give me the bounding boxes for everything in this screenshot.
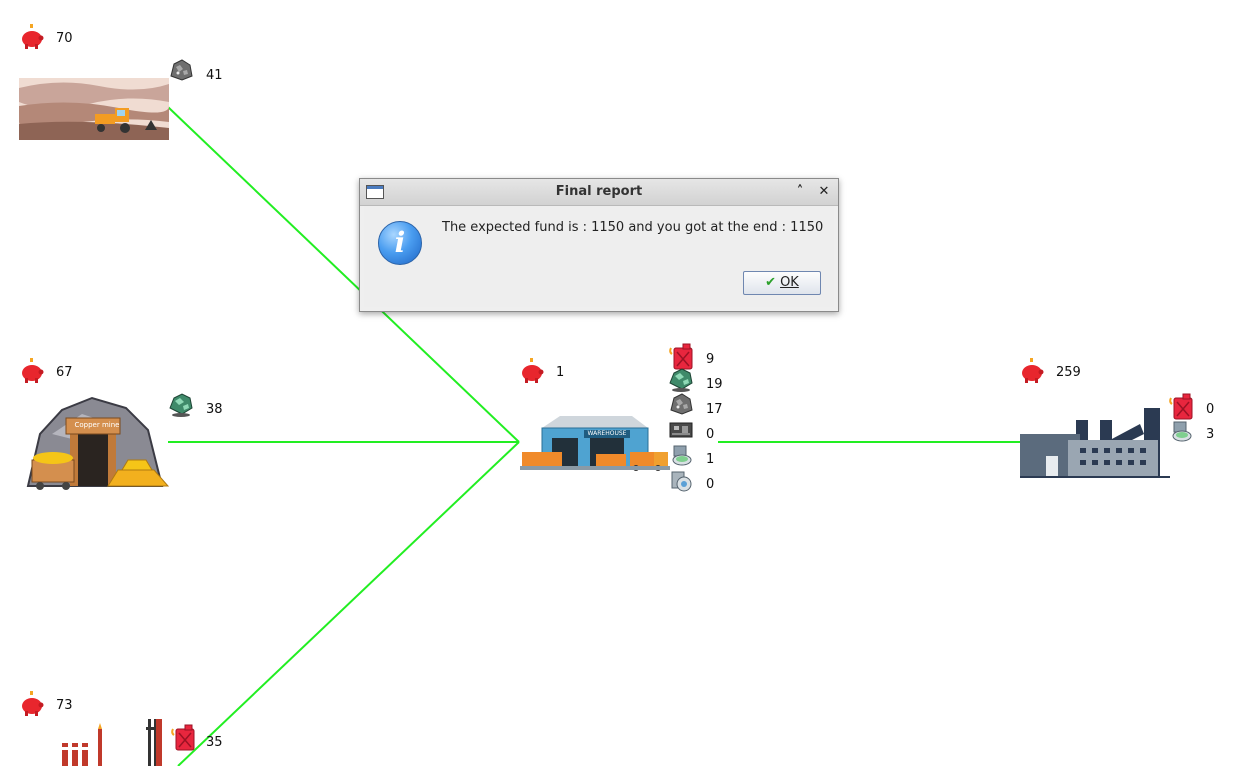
piggy-bank-icon [22, 691, 44, 716]
checkmark-icon: ✔ [765, 275, 777, 290]
paint-bucket-icon [1172, 421, 1192, 442]
copper-mine-funds: 67 [56, 365, 73, 380]
quarry-node[interactable]: 70 41 [18, 22, 228, 142]
window-menu-icon[interactable] [366, 185, 384, 199]
fuel-can-icon [1169, 393, 1193, 420]
maximize-icon[interactable]: ˄ [792, 184, 808, 200]
stone-ore-icon [170, 59, 193, 81]
stone-ore-icon [670, 393, 693, 415]
warehouse-stock-count: 0 [706, 477, 715, 492]
warehouse-building-icon: WAREHOUSE [520, 414, 670, 472]
quarry-resource-count: 41 [206, 68, 223, 83]
oil-refinery-resource-count: 35 [206, 735, 223, 750]
piggy-bank-icon [22, 358, 44, 383]
warehouse-sign: WAREHOUSE [587, 430, 627, 437]
factory-stock-count: 3 [1206, 427, 1215, 442]
copper-mine-building-icon: Copper mine [22, 394, 170, 490]
factory-node[interactable]: 259 0 3 [1018, 356, 1228, 482]
factory-building-icon [1020, 408, 1170, 478]
ok-button[interactable]: ✔ OK [743, 271, 821, 295]
fuel-can-icon [669, 343, 693, 370]
copper-mine-node[interactable]: 67 Copper mine 38 [18, 356, 228, 496]
warehouse-stock-count: 0 [706, 427, 715, 442]
circuit-board-icon [669, 422, 693, 438]
dialog-message: The expected fund is : 1150 and you got … [442, 220, 824, 235]
paint-bucket-icon [672, 445, 692, 466]
info-icon: i [378, 221, 422, 265]
factory-funds: 259 [1056, 365, 1081, 380]
dialog-body: i The expected fund is : 1150 and you go… [364, 206, 834, 307]
piggy-bank-icon [1022, 358, 1044, 383]
link-refinery-warehouse [177, 441, 520, 766]
piggy-bank-icon [22, 24, 44, 49]
factory-stock-count: 0 [1206, 402, 1215, 417]
oil-refinery-building-icon [62, 719, 162, 766]
warehouse-stock-count: 1 [706, 452, 715, 467]
piggy-bank-icon [522, 358, 544, 383]
oil-refinery-funds: 73 [56, 698, 73, 713]
warehouse-funds: 1 [556, 365, 565, 380]
copper-mine-resource-count: 38 [206, 402, 223, 417]
dialog-title: Final report [555, 184, 643, 199]
warehouse-stock-count: 19 [706, 377, 723, 392]
warehouse-stock-count: 9 [706, 352, 715, 367]
warehouse-stock-count: 17 [706, 402, 723, 417]
copper-ore-icon [669, 368, 693, 392]
final-report-dialog: Final report ˄ ✕ i The expected fund is … [359, 178, 839, 312]
warehouse-node[interactable]: 1 WAREHOUSE 9 19 17 0 1 0 [518, 340, 728, 500]
quarry-funds: 70 [56, 31, 73, 46]
copper-mine-sign: Copper mine [74, 421, 120, 429]
ok-button-label: OK [780, 275, 799, 290]
copper-ore-icon [169, 393, 193, 417]
fuel-can-icon [171, 724, 195, 751]
oil-refinery-node[interactable]: 73 35 [18, 689, 228, 766]
dialog-title-bar[interactable]: Final report ˄ ✕ [360, 179, 838, 206]
quarry-building-icon [19, 78, 169, 140]
machine-part-icon [671, 471, 692, 492]
close-icon[interactable]: ✕ [816, 184, 832, 200]
